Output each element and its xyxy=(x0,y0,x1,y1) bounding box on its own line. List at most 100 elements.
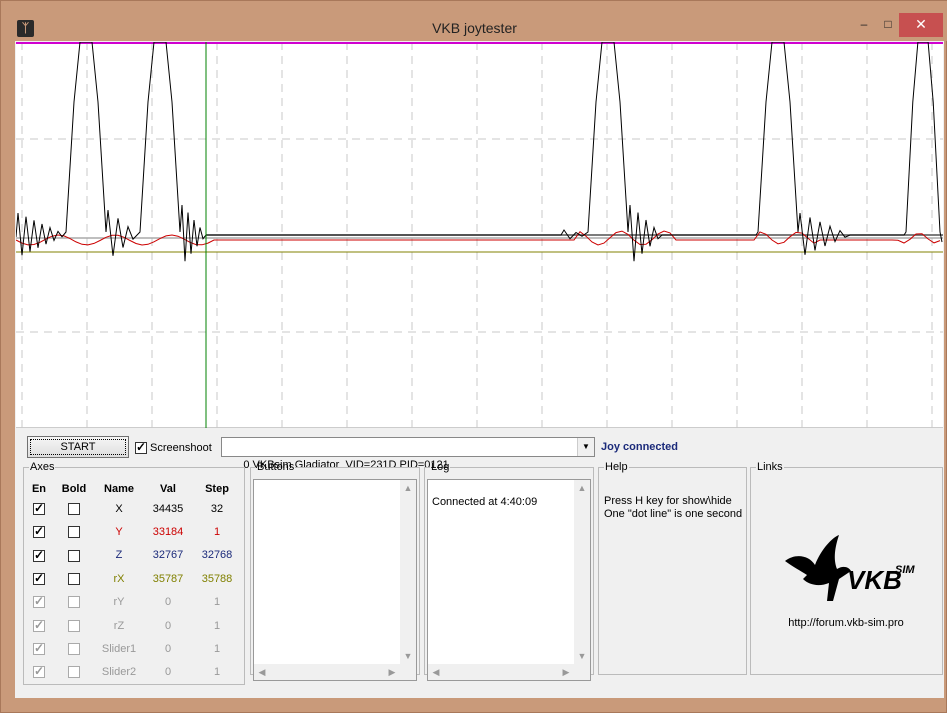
axis-val: 0 xyxy=(164,666,172,679)
axis-row: Z 32767 32768 xyxy=(24,544,242,567)
close-button[interactable]: ✕ xyxy=(899,13,943,37)
axis-step: 1 xyxy=(213,526,221,539)
axis-row: rX 35787 35788 xyxy=(24,567,242,590)
axis-bold-checkbox[interactable] xyxy=(54,591,94,614)
col-en: En xyxy=(31,483,47,495)
axis-val: 0 xyxy=(164,619,172,632)
title-bar[interactable]: ᛉ VKB joytester – □ ✕ xyxy=(1,1,947,41)
axis-enable-checkbox[interactable] xyxy=(24,567,54,590)
col-step: Step xyxy=(205,483,229,495)
bold-check[interactable] xyxy=(68,619,80,632)
scroll-down-icon[interactable]: ▼ xyxy=(574,648,590,664)
log-hscroll[interactable]: ◀ ▶ xyxy=(428,664,590,680)
log-vscroll[interactable]: ▲ ▼ xyxy=(574,480,590,680)
axis-name: Slider1 xyxy=(101,643,137,656)
axis-name: rX xyxy=(113,572,125,585)
log-entry: Connected at 4:40:09 xyxy=(432,496,538,508)
axis-plot xyxy=(16,42,943,428)
forum-link[interactable]: http://forum.vkb-sim.pro xyxy=(751,617,941,629)
buttons-group: Buttons ▲ ▼ ◀ ▶ xyxy=(250,461,420,681)
axes-table: En Bold Name Val Step X 34435 32 Y 33184 1 Z 32… xyxy=(24,481,242,684)
enable-check[interactable] xyxy=(33,641,45,656)
client-area: START Screenshoot 0 VKBsim Gladiator VID… xyxy=(15,41,944,698)
bold-check[interactable] xyxy=(68,526,80,539)
buttons-hscroll[interactable]: ◀ ▶ xyxy=(254,664,416,680)
axis-enable-checkbox[interactable] xyxy=(24,661,54,684)
log-list[interactable]: Connected at 4:40:09 ▲ ▼ ◀ ▶ xyxy=(427,479,591,681)
scroll-left-icon[interactable]: ◀ xyxy=(254,664,270,680)
enable-check[interactable] xyxy=(33,664,45,679)
start-button[interactable]: START xyxy=(27,436,129,458)
log-group: Log Connected at 4:40:09 ▲ ▼ ◀ ▶ xyxy=(424,461,594,681)
axis-step: 32768 xyxy=(201,549,233,562)
bold-check[interactable] xyxy=(68,666,80,679)
links-legend: Links xyxy=(757,461,783,473)
links-group: Links VKB SIM http://forum.vkb-sim.pro xyxy=(750,461,943,675)
scroll-up-icon[interactable]: ▲ xyxy=(400,480,416,496)
axis-bold-checkbox[interactable] xyxy=(54,614,94,637)
axis-enable-checkbox[interactable] xyxy=(24,591,54,614)
screenshoot-check[interactable] xyxy=(135,440,147,455)
axis-bold-checkbox[interactable] xyxy=(54,661,94,684)
enable-check[interactable] xyxy=(33,571,45,585)
bold-check[interactable] xyxy=(68,502,80,515)
axis-enable-checkbox[interactable] xyxy=(24,497,54,520)
scroll-right-icon[interactable]: ▶ xyxy=(558,664,574,680)
axis-bold-checkbox[interactable] xyxy=(54,544,94,567)
joy-status: Joy connected xyxy=(601,441,679,453)
axis-step: 1 xyxy=(213,643,221,656)
axis-val: 33184 xyxy=(152,526,184,539)
axis-row: Y 33184 1 xyxy=(24,520,242,543)
chevron-down-icon[interactable]: ▼ xyxy=(577,438,594,456)
logo-text: VKB xyxy=(847,565,902,595)
minimize-button[interactable]: – xyxy=(851,13,877,37)
plot-canvas xyxy=(16,42,943,428)
axis-name: rY xyxy=(113,596,125,609)
axis-name: Z xyxy=(115,549,123,562)
axis-name: X xyxy=(115,502,123,515)
bold-check[interactable] xyxy=(68,572,80,585)
vkb-logo[interactable]: VKB SIM xyxy=(781,531,921,611)
maximize-button[interactable]: □ xyxy=(877,13,899,37)
axis-name: Y xyxy=(115,526,123,539)
help-line-2: One "dot line" is one second xyxy=(604,508,743,520)
axis-row: Slider1 0 1 xyxy=(24,637,242,660)
axis-row: X 34435 32 xyxy=(24,497,242,520)
scroll-down-icon[interactable]: ▼ xyxy=(400,648,416,664)
enable-check[interactable] xyxy=(33,548,45,562)
bold-check[interactable] xyxy=(68,643,80,656)
axis-enable-checkbox[interactable] xyxy=(24,614,54,637)
device-select[interactable]: 0 VKBsim Gladiator VID=231D PID=0121 ▼ xyxy=(221,437,595,471)
enable-check[interactable] xyxy=(33,618,45,632)
screenshoot-checkbox[interactable]: Screenshoot xyxy=(135,440,212,455)
col-val: Val xyxy=(160,483,176,495)
axis-bold-checkbox[interactable] xyxy=(54,567,94,590)
axis-enable-checkbox[interactable] xyxy=(24,544,54,567)
axis-enable-checkbox[interactable] xyxy=(24,637,54,660)
axis-bold-checkbox[interactable] xyxy=(54,637,94,660)
x-axis-trace xyxy=(16,42,943,262)
enable-check[interactable] xyxy=(33,594,45,609)
axis-name: rZ xyxy=(113,619,125,632)
axis-step: 32 xyxy=(210,502,224,515)
help-text: Press H key for show\hide One "dot line"… xyxy=(604,495,742,521)
axis-enable-checkbox[interactable] xyxy=(24,520,54,543)
axis-step: 1 xyxy=(213,666,221,679)
screenshoot-label: Screenshoot xyxy=(150,442,212,455)
scroll-up-icon[interactable]: ▲ xyxy=(574,480,590,496)
enable-check[interactable] xyxy=(33,524,45,539)
axis-bold-checkbox[interactable] xyxy=(54,520,94,543)
bold-check[interactable] xyxy=(68,596,80,609)
axis-bold-checkbox[interactable] xyxy=(54,497,94,520)
enable-check[interactable] xyxy=(33,501,45,515)
axis-val: 0 xyxy=(164,596,172,609)
axis-step: 1 xyxy=(213,619,221,632)
axis-step: 1 xyxy=(213,596,221,609)
help-legend: Help xyxy=(605,461,628,473)
buttons-list[interactable]: ▲ ▼ ◀ ▶ xyxy=(253,479,417,681)
buttons-vscroll[interactable]: ▲ ▼ xyxy=(400,480,416,680)
axis-step: 35788 xyxy=(201,572,233,585)
bold-check[interactable] xyxy=(68,549,80,562)
scroll-right-icon[interactable]: ▶ xyxy=(384,664,400,680)
scroll-left-icon[interactable]: ◀ xyxy=(428,664,444,680)
